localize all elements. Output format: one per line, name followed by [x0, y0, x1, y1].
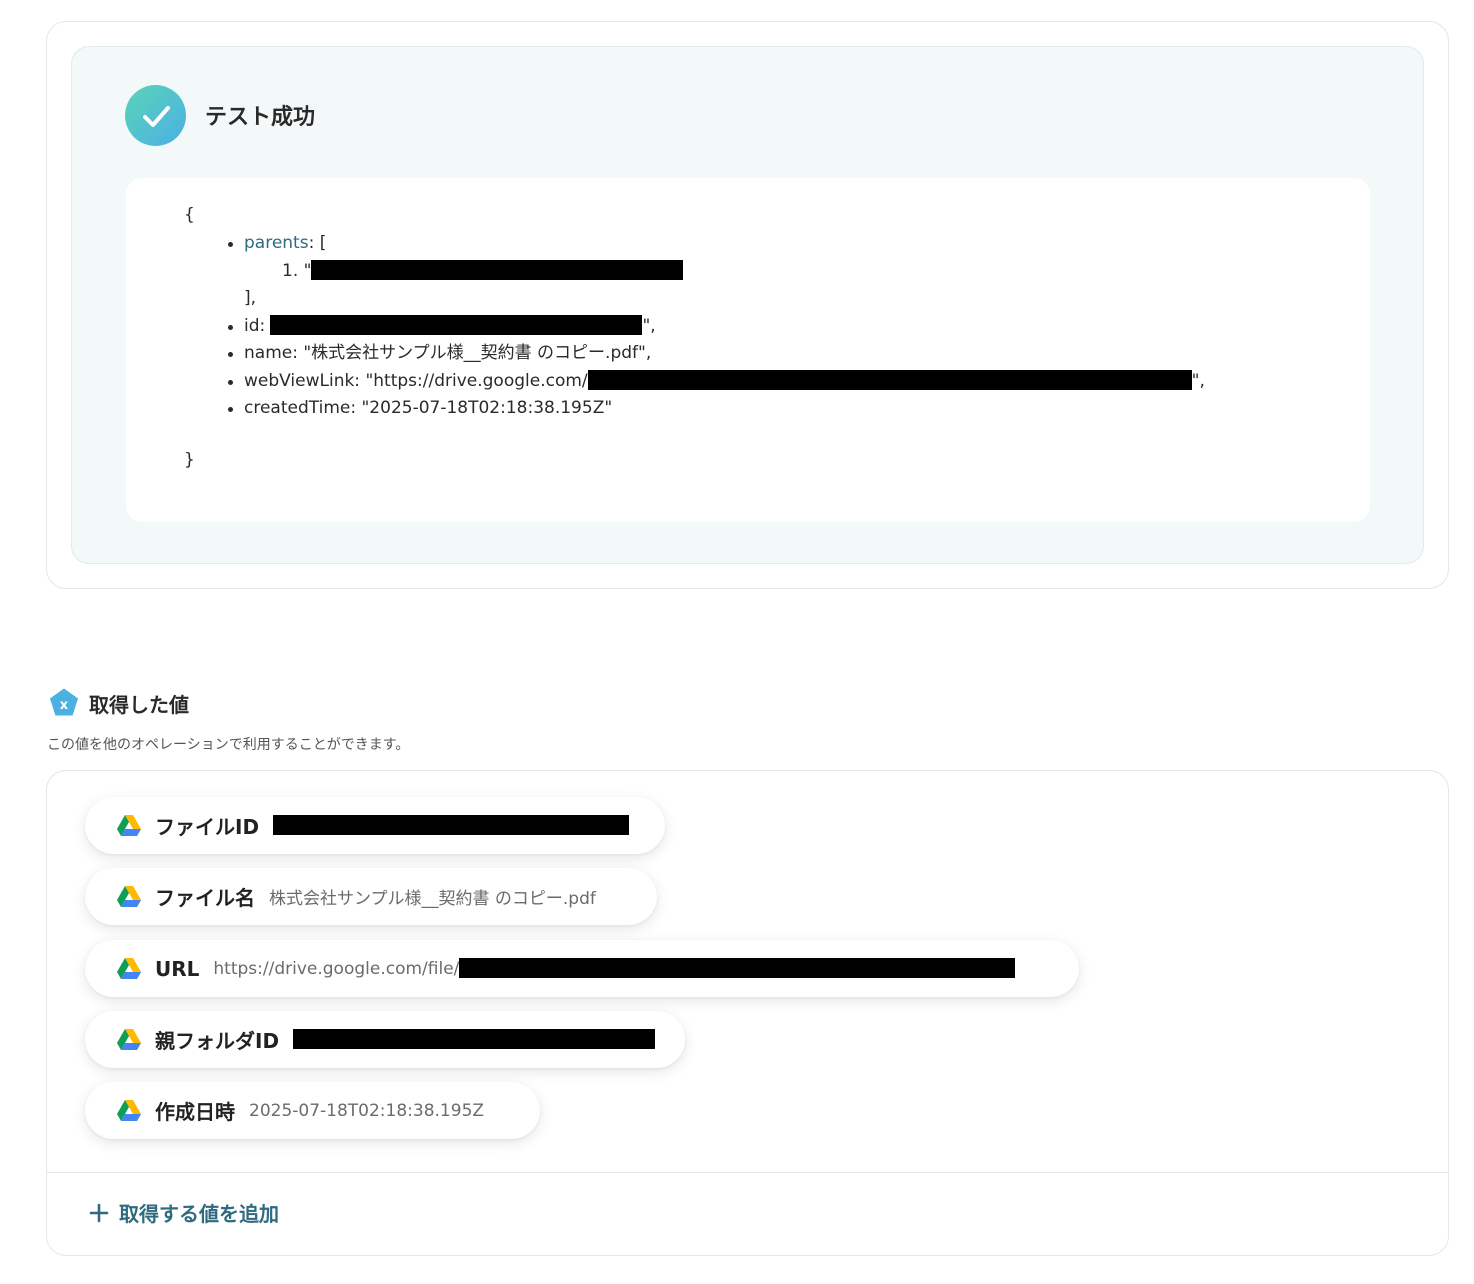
json-name-line: name: "株式会社サンプル様__契約書 のコピー.pdf", [244, 343, 652, 363]
value-chip-label: ファイル名 [155, 886, 255, 910]
test-result-card: テスト成功 { parents: [ 1. " ], id: " ", name:… [46, 21, 1449, 589]
plus-icon [89, 1203, 109, 1222]
json-output: { parents: [ 1. " ], id: " ", name: "株式会社… [126, 178, 1370, 522]
value-chip-label: 作成日時 [155, 1100, 235, 1124]
json-parents-open: : [ [308, 233, 327, 253]
json-parents-key: parents [244, 233, 309, 253]
json-close-brace: } [184, 450, 195, 470]
json-webview-suffix: ", [1191, 371, 1205, 391]
bullet [228, 407, 233, 412]
redacted-block [273, 815, 630, 835]
redacted-block [459, 958, 1016, 978]
test-result-panel: テスト成功 { parents: [ 1. " ], id: " ", name:… [71, 46, 1424, 564]
redacted-block [293, 1029, 656, 1049]
add-value-label: 取得する値を追加 [119, 1202, 279, 1226]
value-chip-value [273, 815, 630, 836]
bullet [228, 352, 233, 357]
acquired-values-title: 取得した値 [89, 693, 189, 717]
value-chip-parent-folder-id[interactable]: 親フォルダID [85, 1011, 685, 1068]
google-drive-icon [117, 885, 141, 907]
bullet [228, 325, 233, 330]
value-chip-url[interactable]: URL https://drive.google.com/file/ [85, 940, 1079, 997]
check-icon [125, 85, 186, 146]
redacted-block [587, 370, 1192, 390]
value-chip-url-text: https://drive.google.com/file/ [213, 959, 460, 979]
acquired-values-description: この値を他のオペレーションで利用することができます。 [47, 737, 410, 753]
json-parents-line: parents: [ [244, 232, 326, 254]
value-chip-file-name[interactable]: ファイル名 株式会社サンプル様__契約書 のコピー.pdf [85, 868, 657, 925]
json-parents-close: ], [244, 288, 257, 308]
json-id-line: id: " ", [244, 315, 656, 337]
svg-text:x: x [60, 698, 69, 713]
value-chip-value [293, 1029, 656, 1050]
value-chip-label: 親フォルダID [155, 1029, 280, 1053]
redacted-block [270, 315, 643, 335]
value-chip-value: 株式会社サンプル様__契約書 のコピー.pdf [269, 889, 596, 909]
bullet [228, 242, 233, 247]
redacted-block [311, 260, 684, 280]
json-open-brace: { [184, 205, 195, 225]
value-chip-value: https://drive.google.com/file/ [213, 958, 1016, 979]
google-drive-icon [117, 814, 141, 836]
bullet [228, 380, 233, 385]
value-chip-value: 2025-07-18T02:18:38.195Z [249, 1100, 485, 1121]
divider [47, 1172, 1448, 1173]
test-status-title: テスト成功 [205, 105, 316, 130]
google-drive-icon [117, 957, 141, 979]
json-parents-item-prefix: 1. " [282, 261, 312, 281]
json-id-suffix: ", [642, 316, 656, 336]
value-chip-created-time[interactable]: 作成日時 2025-07-18T02:18:38.195Z [85, 1082, 540, 1139]
value-chip-label: ファイルID [155, 815, 260, 839]
json-created-line: createdTime: "2025-07-18T02:18:38.195Z" [244, 398, 613, 418]
acquired-values-list: ファイルID ファイル名 株式会社サンプル様__契約書 のコピー.pdf URL… [46, 770, 1449, 1256]
json-webview-line: webViewLink: "https://drive.google.com/ "… [244, 370, 1205, 392]
add-value-button[interactable]: 取得する値を追加 [89, 1198, 279, 1227]
value-chip-label: URL [155, 956, 200, 981]
json-parents-item: 1. " [282, 260, 684, 282]
variable-icon: x [48, 687, 80, 719]
json-webview-prefix: webViewLink: "https://drive.google.com/ [244, 371, 588, 391]
google-drive-icon [117, 1028, 141, 1050]
google-drive-icon [117, 1099, 141, 1121]
value-chip-file-id[interactable]: ファイルID [85, 797, 665, 854]
